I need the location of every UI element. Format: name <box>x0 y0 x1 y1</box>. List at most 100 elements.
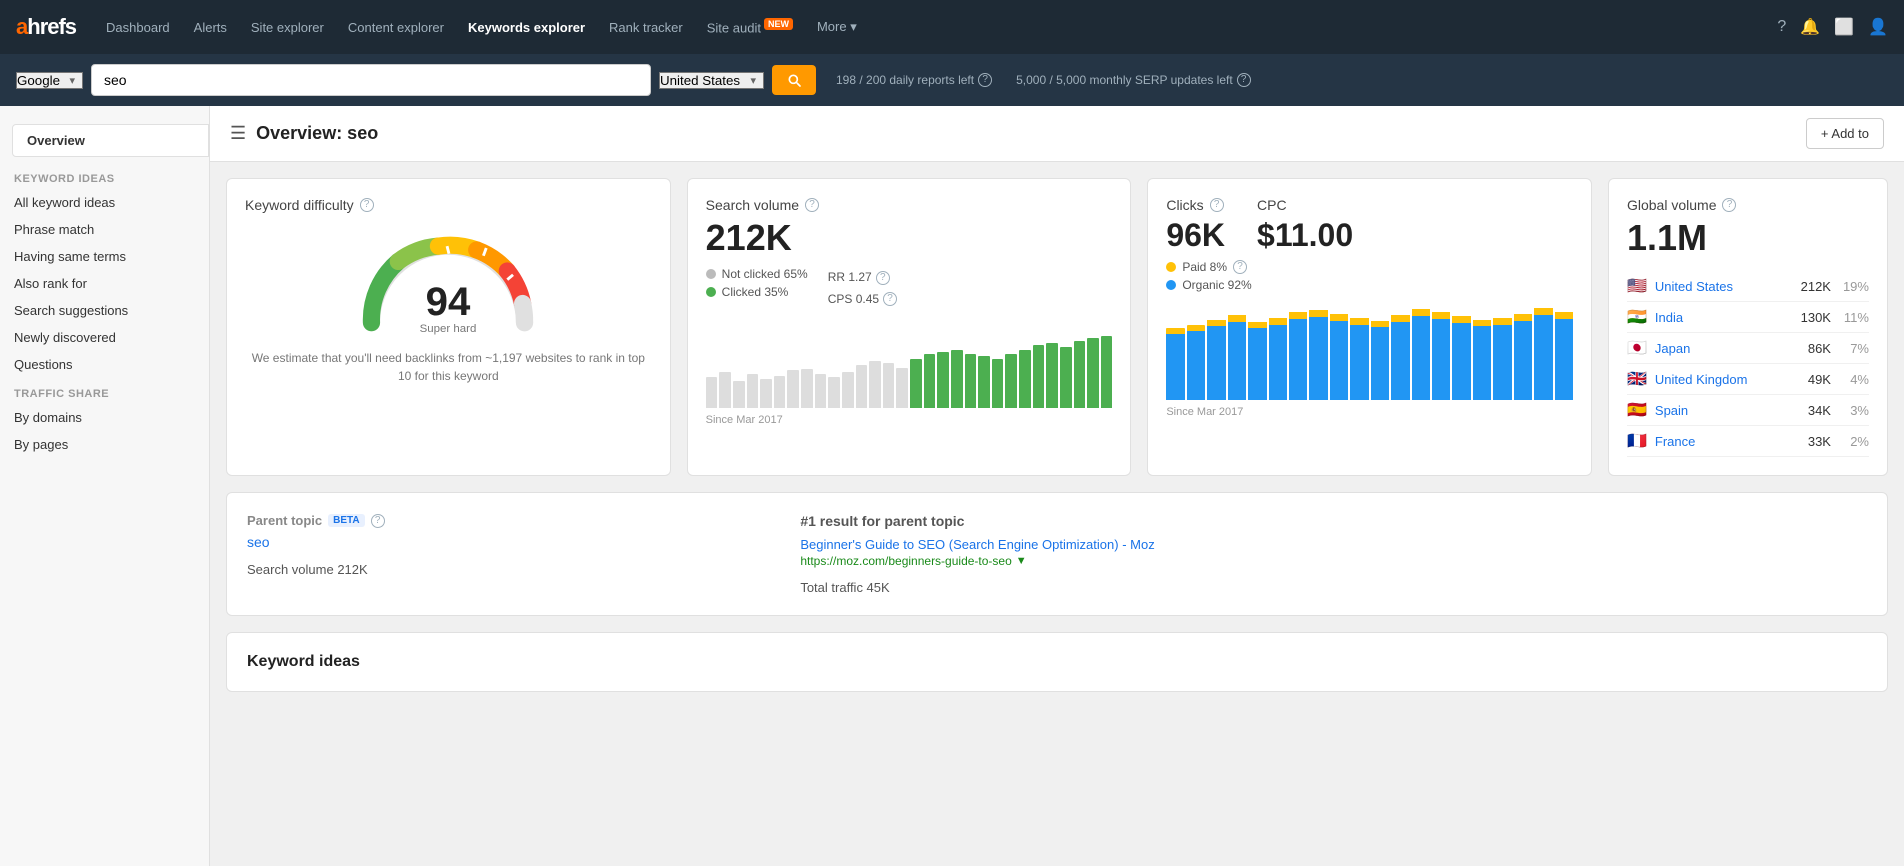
monthly-reports-help[interactable]: ? <box>1237 73 1251 87</box>
add-to-button[interactable]: + Add to <box>1806 118 1884 149</box>
total-traffic: Total traffic 45K <box>800 580 1867 595</box>
search-engine-select[interactable]: Google Bing <box>16 72 83 89</box>
result-url-link[interactable]: https://moz.com/beginners-guide-to-seo <box>800 554 1011 568</box>
cc-bar-group <box>1330 314 1348 400</box>
cc-bar-group <box>1391 315 1409 400</box>
not-clicked-dot <box>706 269 716 279</box>
bottom-section: Parent topic BETA ? seo Search volume 21… <box>226 492 1888 692</box>
paid-bar <box>1289 312 1307 319</box>
kd-title-text: Keyword difficulty <box>245 197 354 213</box>
sidebar-item-questions[interactable]: Questions <box>0 351 209 378</box>
ahrefs-logo[interactable]: ahrefs <box>16 14 76 40</box>
daily-reports-text: 198 / 200 daily reports left <box>836 73 974 87</box>
sv-bar-green <box>992 359 1004 409</box>
rr-cps-block: RR 1.27 ? CPS 0.45 ? <box>828 267 897 310</box>
clicks-since: Since Mar 2017 <box>1166 406 1573 418</box>
organic-bar <box>1473 326 1491 400</box>
result-title-link[interactable]: Beginner's Guide to SEO (Search Engine O… <box>800 537 1154 552</box>
sidebar-item-all-keyword-ideas[interactable]: All keyword ideas <box>0 189 209 216</box>
in-country-name[interactable]: India <box>1655 310 1783 325</box>
sv-bar <box>747 374 759 408</box>
notifications-icon[interactable]: 🔔 <box>1800 17 1820 37</box>
pt-keyword-link[interactable]: seo <box>247 534 270 550</box>
sidebar-item-having-same-terms[interactable]: Having same terms <box>0 243 209 270</box>
sv-bar <box>706 377 718 409</box>
country-select[interactable]: United States India Japan <box>659 72 764 89</box>
pt-help-icon[interactable]: ? <box>371 514 385 528</box>
menu-toggle-icon[interactable]: ☰ <box>230 123 246 144</box>
sidebar-item-phrase-match[interactable]: Phrase match <box>0 216 209 243</box>
nav-site-explorer[interactable]: Site explorer <box>241 14 334 41</box>
cc-bar-group <box>1309 310 1327 400</box>
organic-bar <box>1534 315 1552 400</box>
engine-select-wrapper[interactable]: Google Bing <box>16 72 83 89</box>
us-country-name[interactable]: United States <box>1655 279 1783 294</box>
organic-bar <box>1432 319 1450 400</box>
clicks-title-text: Clicks <box>1166 197 1203 213</box>
sidebar-item-by-pages[interactable]: By pages <box>0 431 209 458</box>
nav-rank-tracker[interactable]: Rank tracker <box>599 14 693 41</box>
country-row-us: 🇺🇸 United States 212K 19% <box>1627 271 1869 302</box>
sv-help-icon[interactable]: ? <box>805 198 819 212</box>
sidebar-item-newly-discovered[interactable]: Newly discovered <box>0 324 209 351</box>
gv-help-icon[interactable]: ? <box>1722 198 1736 212</box>
sidebar-item-search-suggestions[interactable]: Search suggestions <box>0 297 209 324</box>
overview-tab[interactable]: Overview <box>12 124 209 157</box>
cc-bar-group <box>1514 314 1532 400</box>
nav-more[interactable]: More ▾ <box>807 13 867 41</box>
sv-bar <box>869 361 881 408</box>
help-icon[interactable]: ? <box>1777 18 1786 36</box>
parent-topic-card: Parent topic BETA ? seo Search volume 21… <box>226 492 1888 616</box>
reports-info: 198 / 200 daily reports left ? 5,000 / 5… <box>836 73 1251 87</box>
clicks-help-icon[interactable]: ? <box>1210 198 1224 212</box>
sidebar-item-by-domains[interactable]: By domains <box>0 404 209 431</box>
organic-bar <box>1412 316 1430 400</box>
jp-volume: 86K <box>1791 341 1831 356</box>
es-country-name[interactable]: Spain <box>1655 403 1783 418</box>
search-button[interactable] <box>772 65 816 95</box>
country-row-gb: 🇬🇧 United Kingdom 49K 4% <box>1627 364 1869 395</box>
keyword-ideas-section-card: Keyword ideas <box>226 632 1888 692</box>
nav-right-icons: ? 🔔 ⬜ 👤 <box>1777 17 1888 37</box>
jp-country-name[interactable]: Japan <box>1655 341 1783 356</box>
nav-keywords-explorer[interactable]: Keywords explorer <box>458 14 595 41</box>
gb-country-name[interactable]: United Kingdom <box>1655 372 1783 387</box>
sidebar-item-also-rank-for[interactable]: Also rank for <box>0 270 209 297</box>
cps-help-icon[interactable]: ? <box>883 292 897 306</box>
es-pct: 3% <box>1839 403 1869 418</box>
gv-card-title: Global volume ? <box>1627 197 1869 213</box>
main-content: ☰ Overview: seo + Add to Keyword difficu… <box>210 106 1904 866</box>
country-select-wrapper[interactable]: United States India Japan <box>659 72 764 89</box>
nav-dashboard[interactable]: Dashboard <box>96 14 180 41</box>
sv-stats-left: Not clicked 65% Clicked 35% <box>706 267 808 310</box>
url-dropdown-icon[interactable]: ▼ <box>1016 555 1027 567</box>
gauge-container: 94 Super hard We estimate that you'll ne… <box>245 217 652 385</box>
gauge-chart: 94 Super hard <box>348 227 548 337</box>
search-bar: Google Bing United States India Japan 19… <box>0 54 1904 106</box>
paid-help-icon[interactable]: ? <box>1233 260 1247 274</box>
keyword-search-input[interactable] <box>91 64 651 96</box>
paid-text: Paid 8% <box>1182 260 1227 274</box>
not-clicked-stat: Not clicked 65% <box>706 267 808 281</box>
cc-bar-group <box>1207 320 1225 400</box>
nav-alerts[interactable]: Alerts <box>184 14 237 41</box>
nav-content-explorer[interactable]: Content explorer <box>338 14 454 41</box>
result-label: #1 result for parent topic <box>800 513 1867 529</box>
sv-bar-green <box>1033 345 1045 408</box>
gb-volume: 49K <box>1791 372 1831 387</box>
sv-bar-green <box>1060 347 1072 408</box>
daily-reports-help[interactable]: ? <box>978 73 992 87</box>
kd-help-icon[interactable]: ? <box>360 198 374 212</box>
sv-bar-green <box>1046 343 1058 408</box>
nav-site-audit[interactable]: Site auditNEW <box>697 13 803 41</box>
user-icon[interactable]: 👤 <box>1868 17 1888 37</box>
paid-bar <box>1432 312 1450 319</box>
rr-help-icon[interactable]: ? <box>876 271 890 285</box>
paid-dot <box>1166 262 1176 272</box>
search-volume-card: Search volume ? 212K Not clicked 65% Cli… <box>687 178 1132 476</box>
country-row-fr: 🇫🇷 France 33K 2% <box>1627 426 1869 457</box>
screen-icon[interactable]: ⬜ <box>1834 17 1854 37</box>
keyword-difficulty-card: Keyword difficulty ? <box>226 178 671 476</box>
organic-bar <box>1555 319 1573 400</box>
fr-country-name[interactable]: France <box>1655 434 1783 449</box>
